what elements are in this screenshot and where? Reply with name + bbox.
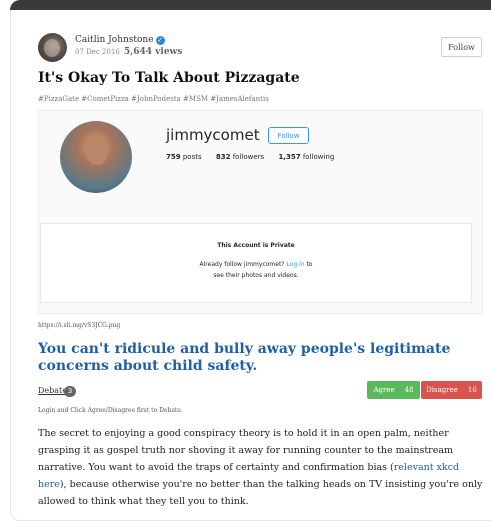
disagree-count: 16 (467, 386, 477, 394)
post-tags[interactable]: #PizzaGate #CometPizza #JohnPodesta #MSM… (38, 95, 269, 103)
disagree-button[interactable]: Disagree 16 (421, 381, 482, 399)
top-bar (10, 0, 491, 10)
posts-stat: 759 posts (166, 153, 202, 161)
body-text-end: ), because otherwise you're no better th… (38, 479, 483, 507)
verified-check-icon: ✓ (155, 36, 165, 45)
private-account-message: Already follow jimmycomet? Log in to (41, 261, 471, 268)
followers-count: 832 (215, 153, 231, 161)
private-account-message-2: see their photos and videos. (213, 272, 299, 279)
view-count: 5,644 views (123, 47, 183, 57)
followers-label: followers (232, 153, 265, 161)
following-stat[interactable]: 1,357 following (278, 153, 334, 161)
follow-button[interactable]: Follow (441, 37, 482, 57)
image-url[interactable]: https://i.sli.mg/vS3JCG.png (38, 322, 120, 329)
followers-stat[interactable]: 832 followers (216, 153, 264, 161)
following-label: following (302, 153, 335, 161)
author-avatar[interactable] (38, 33, 67, 62)
agree-button[interactable]: Agree 48 (367, 381, 420, 399)
post-title: It's Okay To Talk About Pizzagate (38, 70, 300, 86)
author-name[interactable]: Caitlin Johnstone ✓ (75, 35, 165, 45)
disagree-label: Disagree (426, 386, 458, 394)
article-headline: You can't ridicule and bully away people… (38, 341, 451, 374)
login-link[interactable]: Log in (286, 261, 304, 268)
private-message-prefix: Already follow jimmycomet? (199, 261, 285, 268)
instagram-follow-button[interactable]: Follow (268, 127, 309, 144)
author-name-text[interactable]: Caitlin Johnstone (75, 35, 154, 45)
posts-count: 759 (166, 153, 181, 161)
body-text-start: The secret to enjoying a good conspiracy… (38, 428, 453, 473)
posts-label: posts (182, 153, 202, 161)
login-note: Login and Click Agree/Disagree first to … (38, 407, 183, 414)
agree-label: Agree (373, 386, 395, 394)
private-message-suffix: to (306, 261, 313, 268)
instagram-stats: 759 posts 832 followers 1,357 following (166, 153, 346, 161)
agree-count: 48 (404, 386, 414, 394)
post-meta: 07 Dec 2016 5,644 views (75, 47, 182, 57)
debate-link[interactable]: Debate (38, 386, 67, 395)
instagram-username[interactable]: jimmycomet (166, 126, 260, 144)
debate-count-badge: 3 (64, 386, 76, 397)
following-count: 1,357 (278, 153, 301, 161)
post-date: 07 Dec 2016 (75, 48, 120, 56)
private-account-title: This Account is Private (217, 242, 295, 249)
instagram-avatar[interactable] (60, 121, 132, 193)
article-body: The secret to enjoying a good conspiracy… (38, 425, 484, 510)
private-account-box: This Account is Private Already follow j… (40, 223, 472, 303)
